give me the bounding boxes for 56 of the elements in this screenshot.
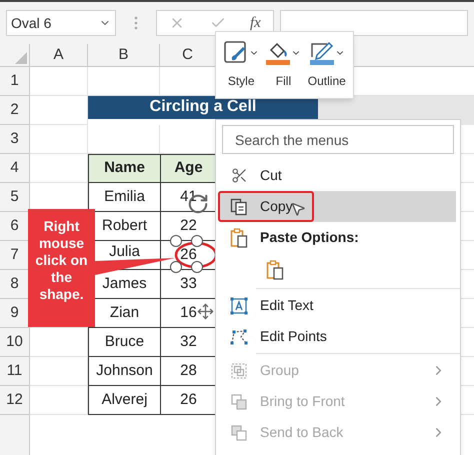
table-cell: Bruce bbox=[88, 328, 160, 357]
table-cell: 26 bbox=[160, 386, 216, 415]
row-header[interactable]: 5 bbox=[0, 183, 30, 212]
oval-shape[interactable] bbox=[174, 241, 218, 269]
move-cursor-icon bbox=[197, 303, 214, 320]
table-cell: 33 bbox=[160, 270, 216, 299]
grip-icon bbox=[134, 16, 138, 30]
row-header[interactable]: 3 bbox=[0, 125, 30, 154]
formula-field[interactable] bbox=[280, 10, 468, 36]
callout-text: Right mouse click on the shape. bbox=[34, 218, 89, 303]
layers-icon bbox=[230, 392, 248, 410]
table-cell: Emilia bbox=[88, 183, 160, 212]
copy-icon bbox=[230, 198, 248, 216]
table-cell: 32 bbox=[160, 328, 216, 357]
pen-outline-icon bbox=[308, 40, 335, 66]
insert-function-button[interactable]: fx bbox=[250, 12, 261, 34]
toolbar-button[interactable]: Style bbox=[223, 40, 260, 90]
column-header[interactable]: B bbox=[88, 44, 160, 66]
clipboard-icon bbox=[230, 228, 248, 248]
row-header[interactable]: 8 bbox=[0, 270, 30, 299]
menu-item[interactable]: Cut bbox=[220, 160, 456, 191]
toolbar-button[interactable]: Fill bbox=[265, 40, 302, 90]
table-cell: Name bbox=[88, 154, 160, 183]
table-cell: Alverej bbox=[88, 386, 160, 415]
row-header[interactable]: 4 bbox=[0, 154, 30, 183]
clipboard-icon bbox=[266, 260, 284, 280]
search-field[interactable]: Search the menus bbox=[222, 125, 454, 154]
row-header[interactable]: 12 bbox=[0, 386, 30, 415]
menu-item[interactable]: Edit Points bbox=[220, 321, 456, 352]
table-cell: Age bbox=[160, 154, 216, 183]
row-header[interactable]: 11 bbox=[0, 357, 30, 386]
table-cell: Zian bbox=[88, 299, 160, 328]
table-cell: Johnson bbox=[88, 357, 160, 386]
row-header[interactable]: 2 bbox=[0, 96, 30, 125]
text-box-icon bbox=[230, 296, 248, 314]
row-header[interactable]: 10 bbox=[0, 328, 30, 357]
row-header[interactable]: 7 bbox=[0, 241, 30, 270]
edit-points-icon bbox=[230, 328, 248, 346]
row-header[interactable]: 1 bbox=[0, 67, 30, 96]
row-header[interactable]: 9 bbox=[0, 299, 30, 328]
layers-icon bbox=[230, 424, 248, 442]
scissors-icon bbox=[230, 167, 248, 184]
row-header[interactable]: 6 bbox=[0, 212, 30, 241]
table-cell: 22 bbox=[160, 212, 216, 241]
menu-item[interactable]: Edit Text bbox=[220, 290, 456, 321]
column-header[interactable]: A bbox=[30, 44, 88, 66]
table-cell: 28 bbox=[160, 357, 216, 386]
menu-item[interactable]: Copy bbox=[220, 191, 456, 222]
title-banner: Circling a Cell bbox=[88, 96, 318, 119]
toolbar-button[interactable]: Outline bbox=[308, 40, 346, 90]
paste-button[interactable] bbox=[264, 258, 286, 282]
paint-bucket-icon bbox=[265, 40, 292, 66]
group-icon bbox=[230, 362, 248, 380]
table-cell: 16 bbox=[160, 299, 216, 328]
name-box[interactable]: Oval 6 bbox=[6, 10, 116, 36]
section-header: Paste Options: bbox=[220, 222, 456, 253]
